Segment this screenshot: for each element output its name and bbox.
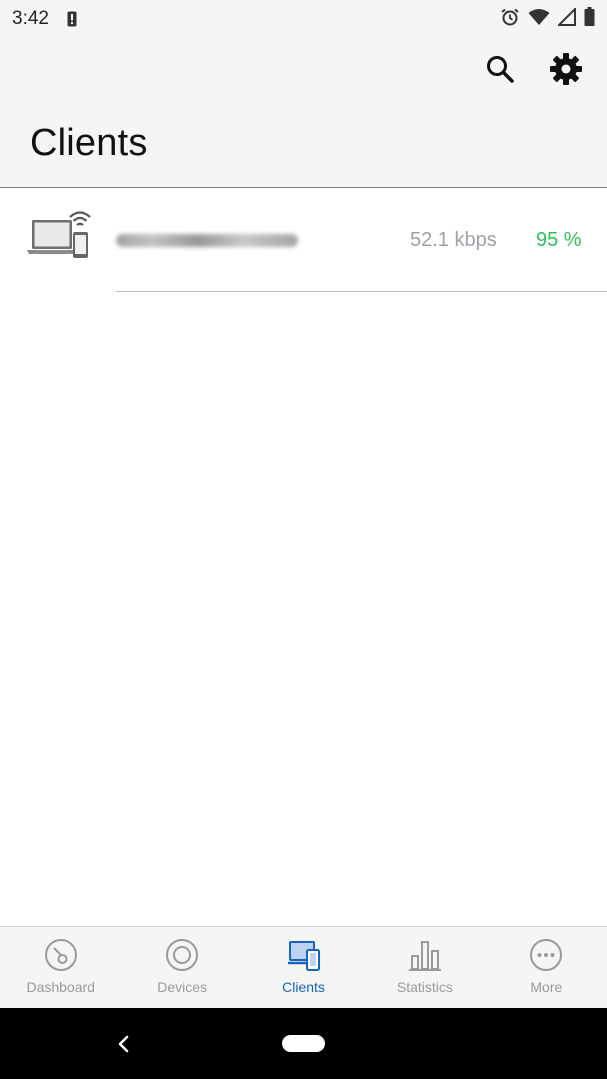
alert-icon xyxy=(67,11,77,27)
row-divider xyxy=(116,291,607,292)
devices-circle-icon xyxy=(164,937,200,973)
bar-chart-icon xyxy=(407,937,443,973)
nav-item-more[interactable]: More xyxy=(486,927,607,1008)
alarm-icon xyxy=(500,7,520,32)
client-signal-strength: 95 % xyxy=(536,229,582,251)
nav-item-clients[interactable]: Clients xyxy=(243,927,364,1008)
more-dots-icon xyxy=(528,937,564,973)
page-title: Clients xyxy=(30,122,148,164)
search-button[interactable] xyxy=(479,50,521,92)
nav-label-dashboard: Dashboard xyxy=(26,979,95,995)
nav-label-devices: Devices xyxy=(157,979,207,995)
nav-label-statistics: Statistics xyxy=(396,979,453,995)
dashboard-gauge-icon xyxy=(43,937,79,973)
nav-item-dashboard[interactable]: Dashboard xyxy=(0,927,121,1008)
wifi-icon xyxy=(528,8,550,31)
system-nav-bar xyxy=(0,1008,607,1079)
nav-item-statistics[interactable]: Statistics xyxy=(364,927,485,1008)
status-icons xyxy=(500,6,595,32)
client-speed: 52.1 kbps xyxy=(410,229,497,251)
search-icon xyxy=(485,54,515,89)
settings-button[interactable] xyxy=(545,50,587,92)
client-list: 52.1 kbps 95 % xyxy=(0,189,607,292)
nav-item-devices[interactable]: Devices xyxy=(121,927,242,1008)
bottom-nav: Dashboard Devices Clients Statistics Mor… xyxy=(0,926,607,1008)
app-bar: Clients xyxy=(0,38,607,188)
status-bar: 3:42 xyxy=(0,0,607,38)
client-name-redacted xyxy=(116,233,298,247)
cell-signal-icon xyxy=(556,6,576,31)
client-row[interactable]: 52.1 kbps 95 % xyxy=(0,189,607,292)
laptop-phone-wifi-icon xyxy=(26,207,96,261)
battery-icon xyxy=(584,7,595,31)
nav-label-more: More xyxy=(530,979,563,995)
status-time: 3:42 xyxy=(12,8,49,29)
nav-label-clients: Clients xyxy=(282,979,325,995)
app-bar-actions xyxy=(479,50,587,92)
back-chevron-icon[interactable] xyxy=(112,1032,136,1056)
home-pill-button[interactable] xyxy=(282,1035,325,1052)
gear-icon xyxy=(549,52,583,91)
clients-devices-icon xyxy=(286,937,322,973)
screen: 3:42 Clients 52.1 kbps 95 % Dashboard De… xyxy=(0,0,607,1079)
client-name xyxy=(116,229,298,251)
